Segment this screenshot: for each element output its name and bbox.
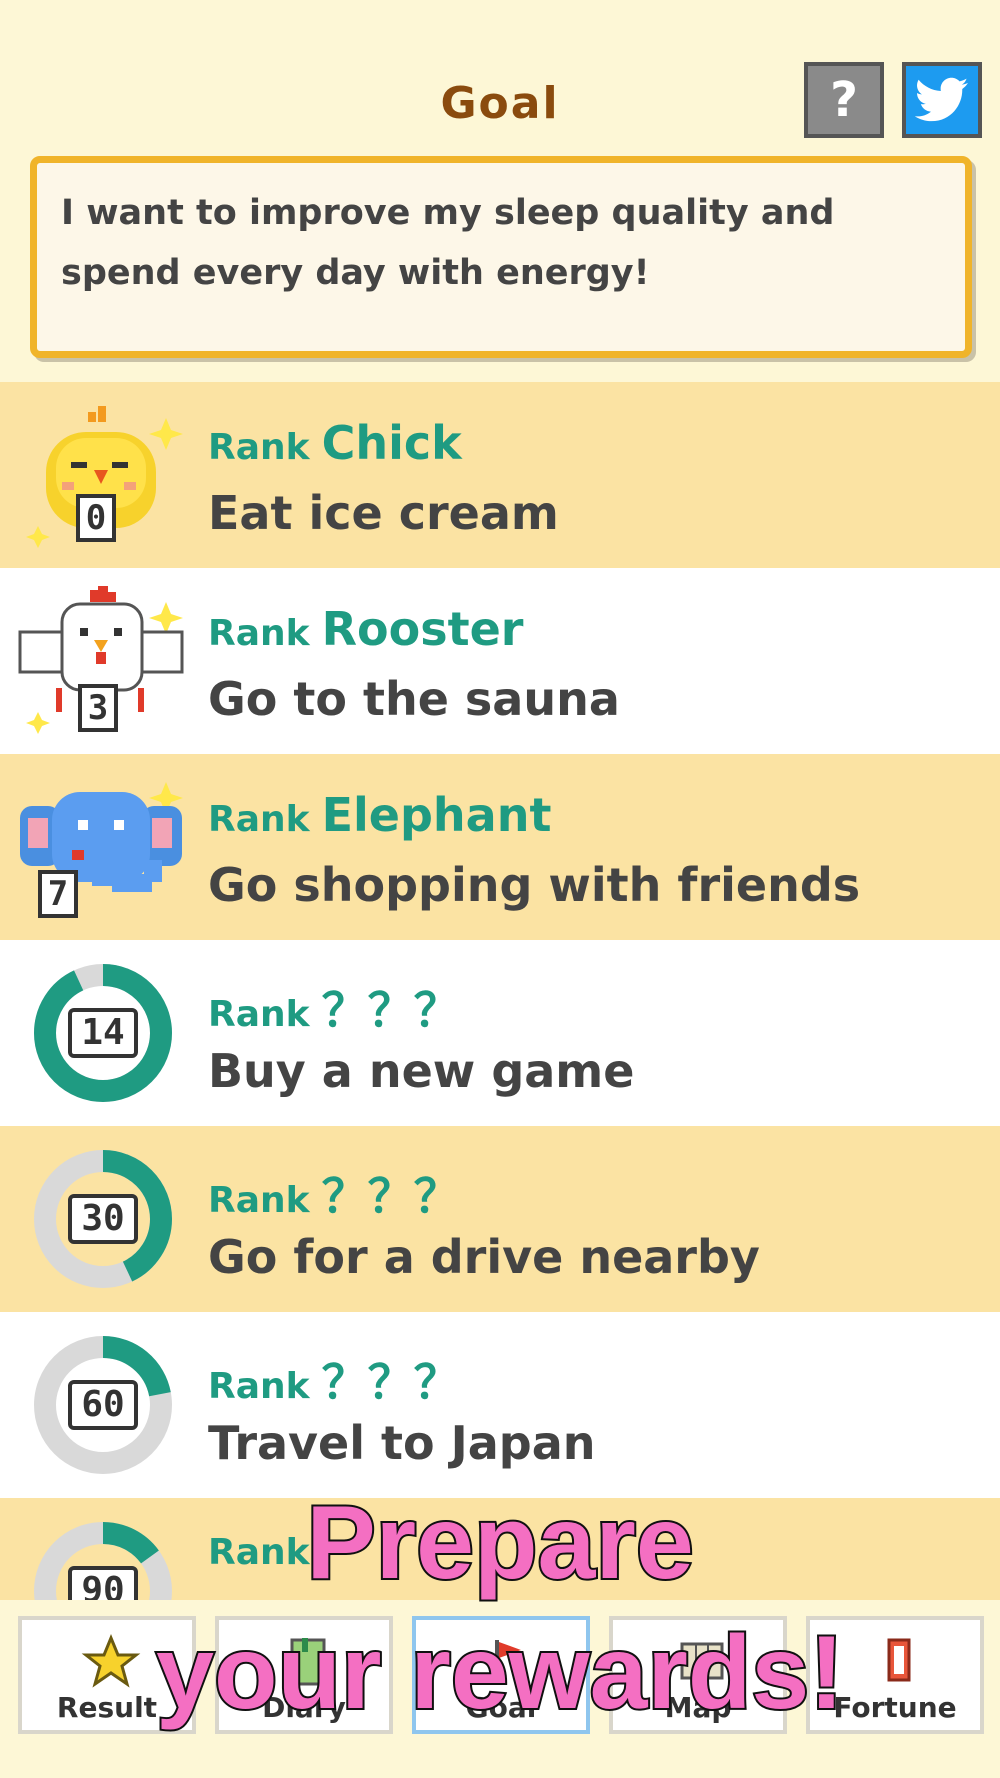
- days-badge: 0: [76, 494, 116, 542]
- reward-text: Go to the sauna: [208, 672, 620, 726]
- reward-text: Eat ice cream: [208, 486, 559, 540]
- rank-label: Rank: [208, 427, 310, 468]
- reward-text: Travel to Japan: [208, 1416, 596, 1470]
- reward-row-locked[interactable]: 30 Rank ？？？ Go for a drive nearby: [0, 1126, 1000, 1312]
- rank-label: Rank: [208, 1366, 310, 1407]
- reward-text: Go shopping with friends: [208, 858, 861, 912]
- days-badge: 14: [68, 1008, 138, 1058]
- reward-text: Buy a new game: [208, 1044, 635, 1098]
- chick-icon: 0: [16, 398, 186, 558]
- rank-line: Rank ？？？: [208, 1346, 460, 1412]
- rank-label: Rank: [208, 799, 310, 840]
- rank-line: Rank Chick: [208, 416, 462, 470]
- reward-text: Go for a drive nearby: [208, 1230, 760, 1284]
- progress-ring-icon: 30: [32, 1148, 174, 1290]
- header: Goal ?: [0, 0, 1000, 150]
- rank-name: ？？？: [321, 1169, 460, 1223]
- rank-label: Rank: [208, 1180, 310, 1221]
- twitter-bird-icon: [915, 77, 969, 122]
- reward-row-locked[interactable]: 60 Rank ？？？ Travel to Japan: [0, 1312, 1000, 1498]
- reward-row-chick[interactable]: 0 Rank Chick Eat ice cream: [0, 382, 1000, 568]
- progress-ring-icon: 60: [32, 1334, 174, 1476]
- twitter-share-button[interactable]: [902, 62, 982, 138]
- rank-name: ？？？: [321, 1355, 460, 1409]
- days-badge: 60: [68, 1380, 138, 1430]
- promo-headline-line2: your rewards!: [154, 1613, 846, 1733]
- rank-name: Elephant: [321, 788, 552, 842]
- rank-label: Rank: [208, 613, 310, 654]
- rank-line: Rank Elephant: [208, 788, 551, 842]
- rank-name: Chick: [321, 416, 462, 470]
- promo-headline-line1: Prepare: [304, 1483, 695, 1603]
- reward-row-locked[interactable]: 14 Rank ？？？ Buy a new game: [0, 940, 1000, 1126]
- progress-ring-icon: 14: [32, 962, 174, 1104]
- rooster-icon: 3: [16, 584, 186, 744]
- rank-name: ？？？: [321, 983, 460, 1037]
- goal-text: I want to improve my sleep quality and s…: [61, 193, 835, 293]
- rank-line: Rank ？？？: [208, 1160, 460, 1226]
- reward-row-elephant[interactable]: 7 Rank Elephant Go shopping with friends: [0, 754, 1000, 940]
- question-icon: ?: [830, 72, 858, 128]
- rank-line: Rank Rooster: [208, 602, 523, 656]
- rank-line: Rank ？？？: [208, 974, 460, 1040]
- days-badge: 30: [68, 1194, 138, 1244]
- rank-name: Rooster: [321, 602, 524, 656]
- help-button[interactable]: ?: [804, 62, 884, 138]
- days-badge: 7: [38, 870, 78, 918]
- days-badge: 3: [78, 684, 118, 732]
- elephant-icon: 7: [16, 770, 186, 930]
- goal-text-box[interactable]: I want to improve my sleep quality and s…: [30, 156, 972, 358]
- reward-row-rooster[interactable]: 3 Rank Rooster Go to the sauna: [0, 568, 1000, 754]
- rank-label: Rank: [208, 994, 310, 1035]
